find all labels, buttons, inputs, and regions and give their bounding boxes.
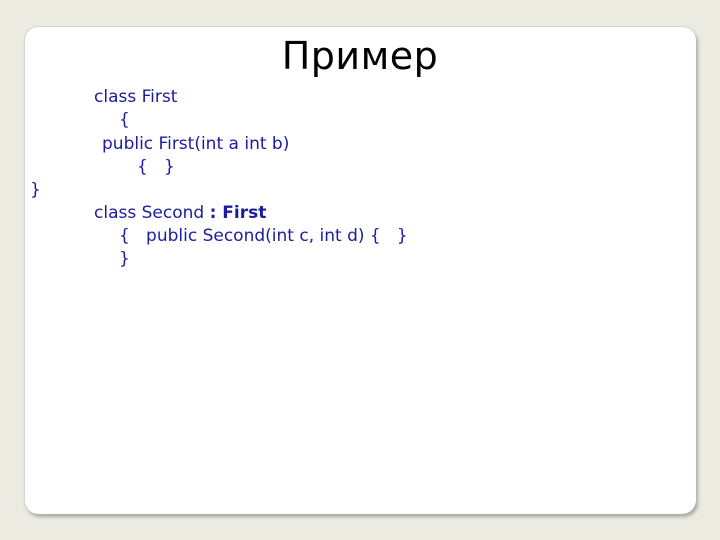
code-line-close-brace: } <box>30 180 41 200</box>
code-line-class-first: class First <box>94 87 178 107</box>
code-line-close-brace-second: } <box>119 249 130 269</box>
code-line-constructor-body: { } <box>137 157 175 177</box>
class-second-text: class Second <box>94 203 210 223</box>
base-class-text: : First <box>209 203 267 223</box>
code-line-open-brace: { <box>119 110 130 130</box>
code-line-constructor-second: { public Second(int c, int d) { } <box>119 226 408 246</box>
code-line-constructor-first: public First(int a int b) <box>102 134 290 154</box>
code-line-class-second: class Second : First <box>94 202 266 225</box>
slide-title: Пример <box>281 34 439 78</box>
